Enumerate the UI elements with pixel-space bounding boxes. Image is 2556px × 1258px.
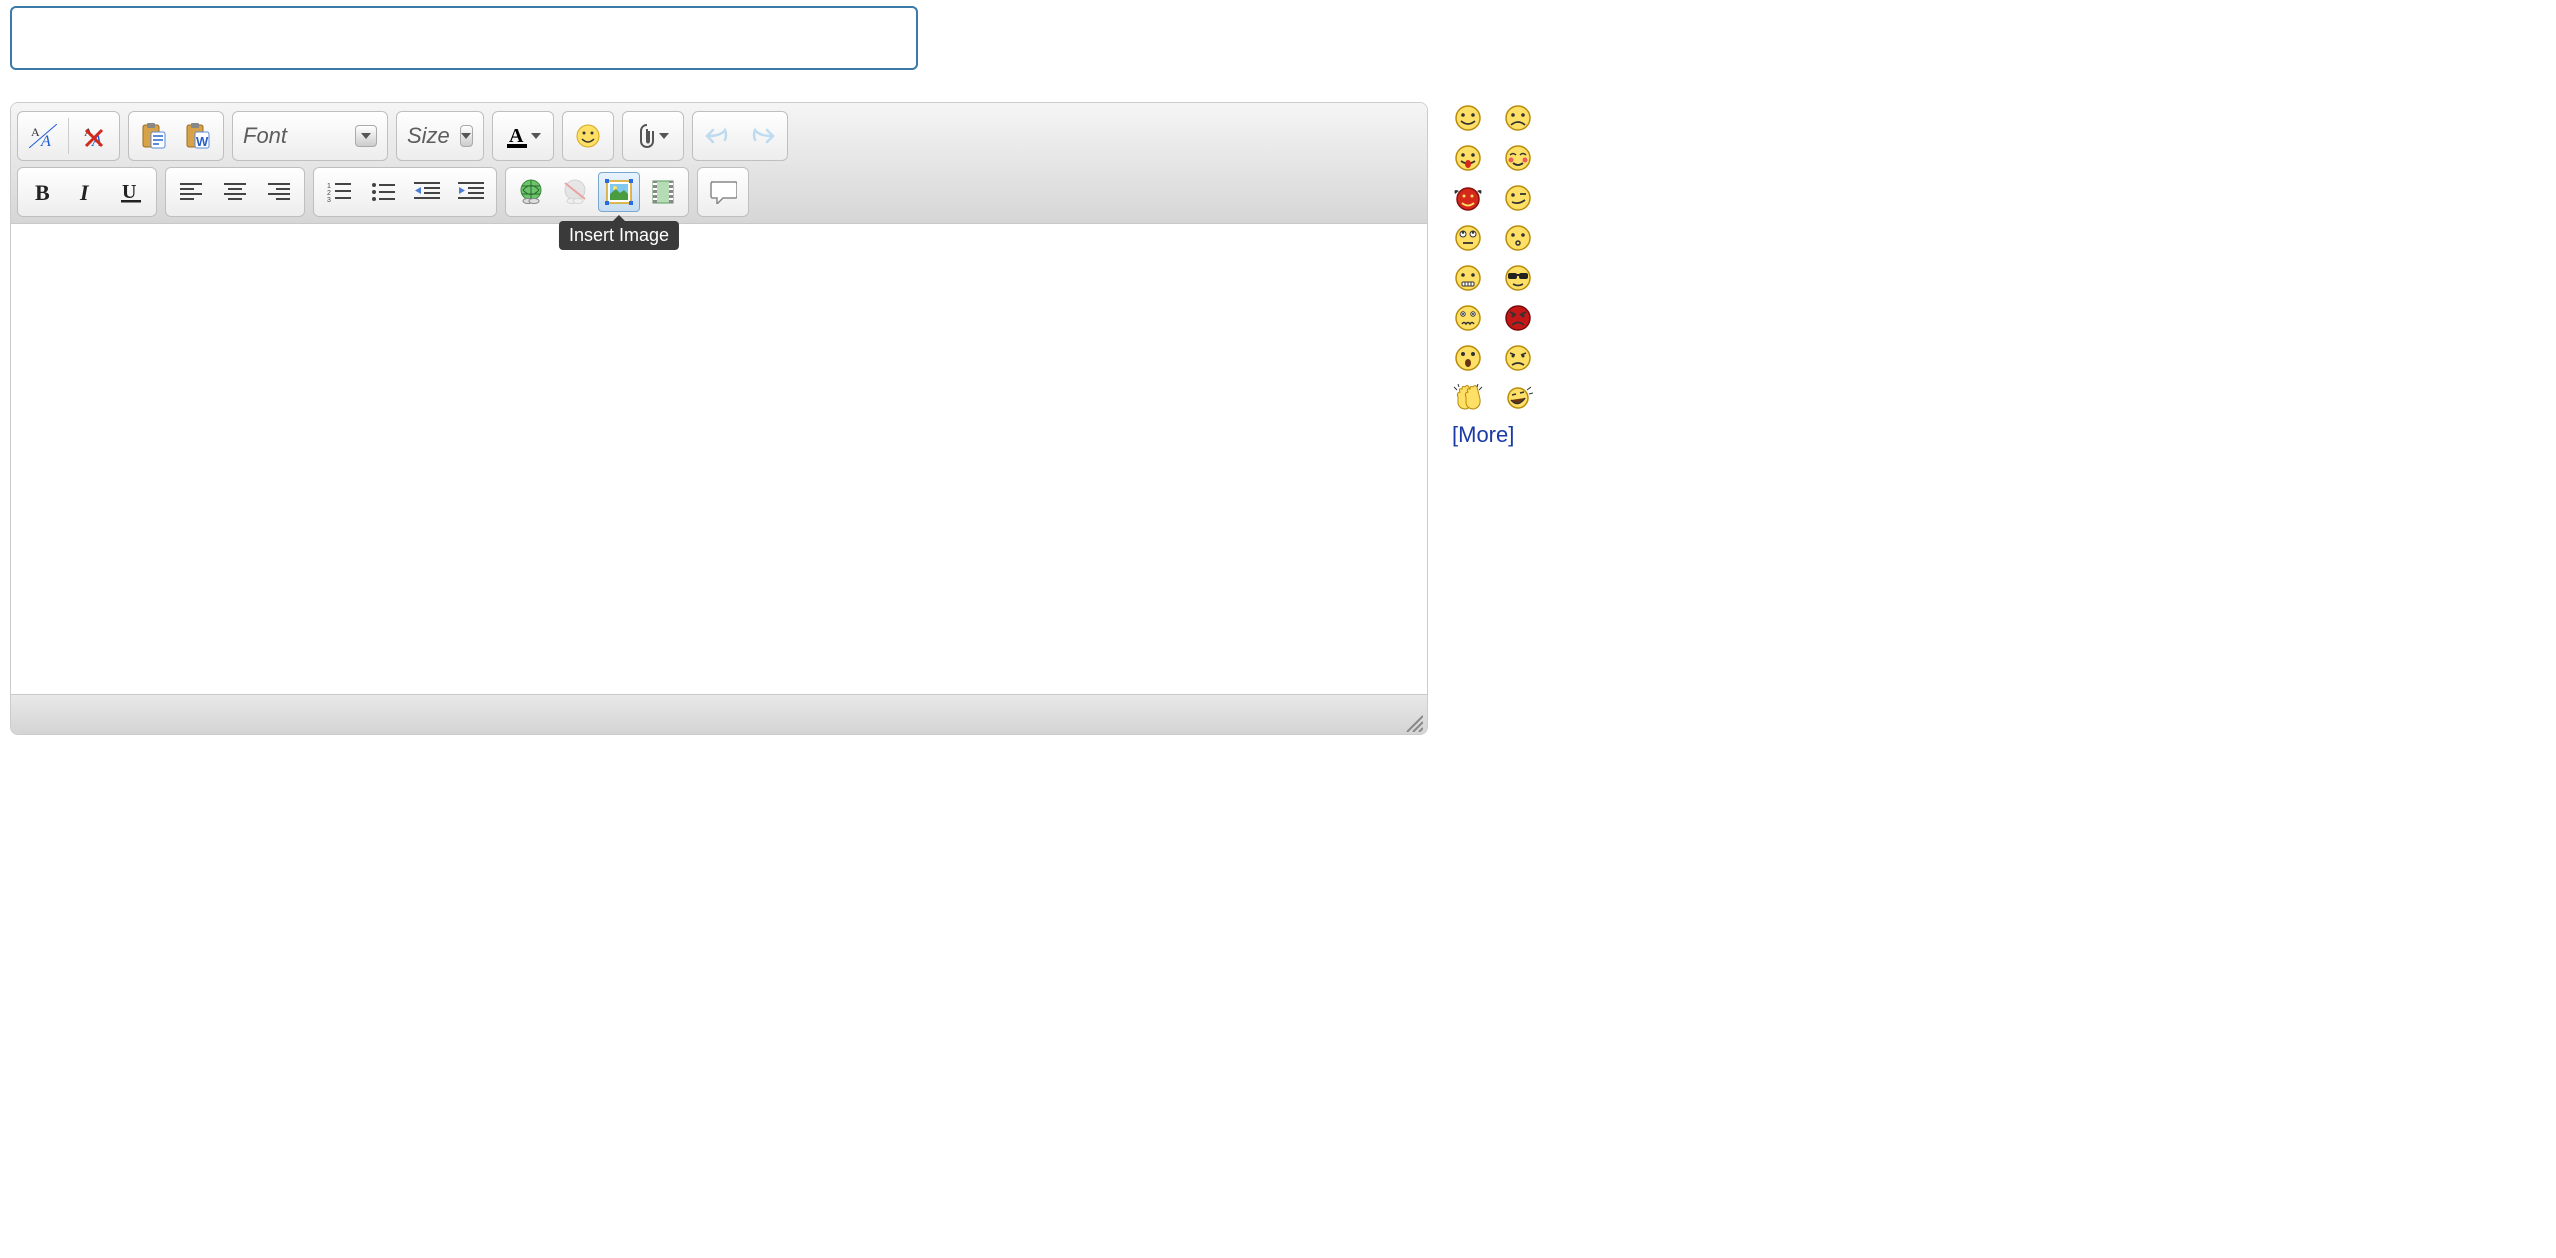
editor-toolbar: AA AA W F — [11, 103, 1427, 224]
insert-smiley-button[interactable] — [567, 116, 609, 156]
quote-button[interactable] — [702, 172, 744, 212]
size-select[interactable]: Size — [396, 111, 484, 161]
svg-text:A: A — [40, 133, 51, 148]
insert-video-button[interactable] — [642, 172, 684, 212]
svg-text:A: A — [509, 125, 524, 147]
chevron-down-icon — [355, 125, 377, 147]
smiley-cool-icon[interactable] — [1502, 262, 1534, 294]
smiley-smile-icon[interactable] — [1452, 102, 1484, 134]
outdent-button[interactable] — [406, 172, 448, 212]
redo-button[interactable] — [741, 116, 783, 156]
underline-button[interactable]: U — [110, 172, 152, 212]
attachment-button[interactable] — [627, 116, 679, 156]
italic-button[interactable]: I — [66, 172, 108, 212]
svg-text:1: 1 — [327, 183, 331, 190]
svg-text:U: U — [122, 181, 136, 203]
size-label: Size — [407, 123, 450, 149]
svg-text:I: I — [79, 181, 90, 203]
smiley-lol-icon[interactable] — [1502, 382, 1534, 414]
font-select[interactable]: Font — [232, 111, 388, 161]
resize-handle[interactable] — [1401, 710, 1423, 732]
editor-footer — [11, 694, 1427, 734]
text-color-button[interactable]: A — [497, 116, 549, 156]
smiley-panel: [More] — [1452, 102, 1542, 448]
numbered-list-button[interactable]: 123 — [318, 172, 360, 212]
smiley-surprised-icon[interactable] — [1452, 342, 1484, 374]
chevron-down-icon — [460, 125, 473, 147]
remove-link-button[interactable] — [554, 172, 596, 212]
smiley-neutral-icon[interactable] — [1452, 262, 1484, 294]
bold-button[interactable]: B — [22, 172, 64, 212]
smiley-angry-icon[interactable] — [1502, 302, 1534, 334]
align-center-button[interactable] — [214, 172, 256, 212]
smiley-scared-icon[interactable] — [1452, 302, 1484, 334]
tooltip: Insert Image — [559, 221, 679, 250]
font-label: Font — [243, 123, 287, 149]
undo-button[interactable] — [697, 116, 739, 156]
paste-button[interactable] — [133, 116, 175, 156]
insert-image-button[interactable]: Insert Image — [598, 172, 640, 212]
align-left-button[interactable] — [170, 172, 212, 212]
smiley-rolleyes-icon[interactable] — [1452, 222, 1484, 254]
align-right-button[interactable] — [258, 172, 300, 212]
smiley-smirk-icon[interactable] — [1502, 182, 1534, 214]
smiley-kiss-icon[interactable] — [1502, 222, 1534, 254]
svg-text:3: 3 — [327, 197, 331, 202]
smiley-worried-icon[interactable] — [1502, 342, 1534, 374]
smiley-clap-icon[interactable] — [1452, 382, 1484, 414]
svg-text:2: 2 — [327, 190, 331, 197]
title-input[interactable] — [10, 6, 918, 70]
paste-from-word-button[interactable]: W — [177, 116, 219, 156]
remove-format-button[interactable]: AA — [73, 116, 115, 156]
editor-container: AA AA W F — [10, 102, 1428, 735]
more-smileys-link[interactable]: [More] — [1452, 422, 1542, 448]
editor-content[interactable] — [11, 224, 1427, 694]
smiley-tongue-icon[interactable] — [1452, 142, 1484, 174]
svg-text:A: A — [31, 125, 40, 139]
editor-mode-button[interactable]: AA — [22, 116, 64, 156]
svg-text:B: B — [35, 181, 50, 203]
smiley-devil-icon[interactable] — [1452, 182, 1484, 214]
smiley-frown-icon[interactable] — [1502, 102, 1534, 134]
insert-link-button[interactable] — [510, 172, 552, 212]
indent-button[interactable] — [450, 172, 492, 212]
smiley-blush-icon[interactable] — [1502, 142, 1534, 174]
svg-text:W: W — [196, 134, 209, 149]
bullet-list-button[interactable] — [362, 172, 404, 212]
